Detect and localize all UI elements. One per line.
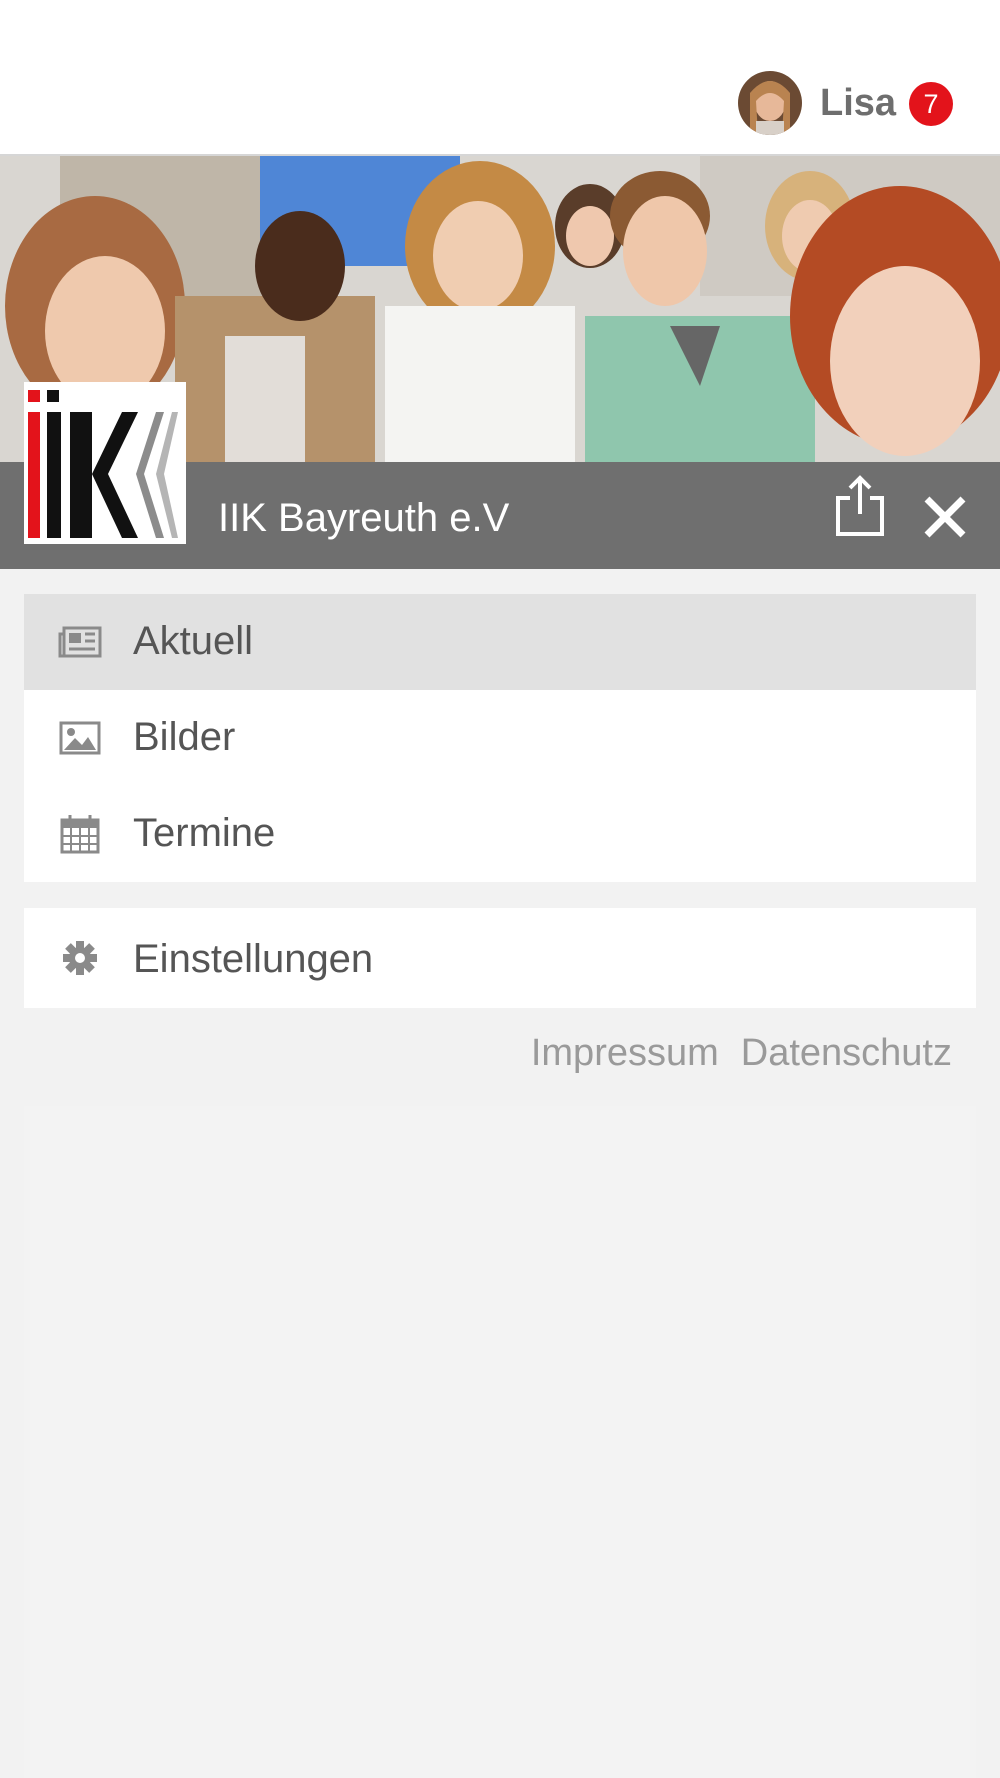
impressum-link[interactable]: Impressum (531, 1032, 719, 1074)
calendar-icon (60, 815, 100, 854)
close-button[interactable] (922, 494, 968, 540)
empty-content-area (24, 1106, 976, 1778)
menu-item-label: Aktuell (133, 619, 254, 663)
menu-item-label: Bilder (133, 715, 236, 759)
menu-item-label: Einstellungen (133, 937, 374, 981)
share-icon (836, 475, 884, 536)
footer-links: Impressum Datenschutz (509, 1030, 952, 1076)
organization-logo (24, 382, 186, 544)
menu-item-bilder[interactable]: Bilder (24, 690, 976, 786)
image-icon (59, 721, 101, 755)
menu-item-einstellungen[interactable]: Einstellungen (24, 908, 976, 1008)
share-button[interactable] (832, 474, 888, 540)
page-title: IIK Bayreuth e.V (218, 496, 510, 540)
newspaper-icon (58, 626, 102, 658)
menu-item-termine[interactable]: Termine (24, 786, 976, 882)
user-name[interactable]: Lisa (820, 80, 896, 126)
menu-item-aktuell[interactable]: Aktuell (24, 594, 976, 690)
datenschutz-link[interactable]: Datenschutz (741, 1032, 952, 1074)
user-avatar[interactable] (738, 71, 802, 135)
gear-icon (63, 941, 97, 975)
menu-item-label: Termine (133, 811, 276, 855)
settings-menu: Einstellungen (24, 908, 976, 1008)
main-menu: Aktuell Bilder Termine (24, 594, 976, 882)
top-bar: Lisa 7 (0, 0, 1000, 156)
notification-badge[interactable]: 7 (909, 82, 953, 126)
close-icon (924, 496, 966, 538)
